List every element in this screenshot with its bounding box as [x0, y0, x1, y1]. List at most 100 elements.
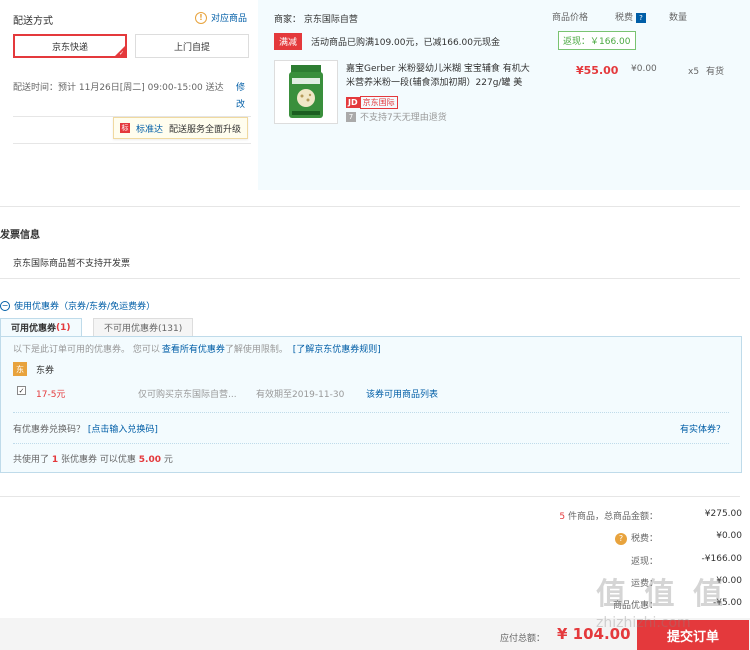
- coupon-validity: 有效期至2019-11-30: [256, 390, 345, 400]
- goods-value: ¥275.00: [704, 509, 742, 519]
- coupon-products-link[interactable]: 该券可用商品列表: [366, 387, 438, 400]
- freight-value: ¥0.00: [716, 576, 742, 586]
- header-price: 商品价格: [552, 13, 589, 23]
- match-products-label: 对应商品: [211, 14, 248, 24]
- rebate-label: 返现：: [630, 557, 658, 567]
- rebate-badge: 返现：￥166.00: [558, 31, 636, 50]
- dong-coupon-icon: 东: [13, 362, 27, 376]
- coupon-amount: 17-5元: [36, 390, 66, 400]
- check-icon: ✓: [118, 50, 124, 57]
- product-thumbnail[interactable]: [274, 60, 338, 124]
- coupon-note: 以下是此订单可用的优惠券。 您可以 查看所有优惠券了解使用限制。 [了解京东优惠券…: [13, 342, 381, 355]
- badge-tag: 标准达: [136, 124, 164, 135]
- collapse-icon: −: [0, 300, 10, 311]
- summary-mid: 张优惠券 可以优惠: [61, 455, 136, 465]
- tab-available-coupons[interactable]: 可用优惠券 (1): [0, 318, 82, 336]
- ship-option-label: 上门自提: [173, 42, 210, 53]
- modify-time-link[interactable]: 修改: [236, 80, 251, 114]
- summary-freight: 运费： ¥0.00: [382, 576, 742, 589]
- help-icon[interactable]: ?: [636, 12, 647, 23]
- ship-option-pickup[interactable]: 上门自提: [135, 34, 249, 58]
- header-qty: 数量: [669, 13, 688, 23]
- help-icon[interactable]: ?: [614, 533, 627, 545]
- no-return-text: 不支持7天无理由退货: [360, 113, 447, 123]
- divider: [13, 412, 729, 413]
- no-return-icon: 7: [346, 111, 356, 122]
- delivery-time: 配送时间：预计 11月26日[周二] 09:00-15:00 送达 修改: [13, 80, 251, 110]
- submit-order-button[interactable]: 提交订单: [637, 620, 749, 650]
- product-jar-image: [289, 65, 323, 118]
- coupon-summary: 共使用了 1 张优惠券 可以优惠 5.00 元: [13, 452, 173, 465]
- goods-label: 5 件商品，总商品金额：: [418, 509, 658, 522]
- section-divider: [0, 278, 740, 279]
- total-label: 应付总额：: [500, 634, 546, 644]
- badge-text: 配送服务全面升级: [169, 124, 242, 135]
- physical-coupon-link[interactable]: 有实体券？: [680, 422, 725, 435]
- tax-label-text: 税费：: [630, 534, 658, 544]
- coupon-count: 1: [51, 455, 59, 465]
- jd-badge-label: 京东国际: [359, 96, 398, 109]
- jd-international-badge: JD 京东国际: [346, 96, 398, 109]
- invoice-title: 发票信息: [0, 230, 40, 241]
- discount-value: -¥5.00: [712, 598, 742, 608]
- stock-status: 有货: [705, 67, 724, 77]
- tab-unavailable-coupons[interactable]: 不可用优惠券(131): [93, 318, 194, 336]
- ship-option-label: 京东快递: [51, 42, 88, 53]
- product-qty: x5 有货: [688, 64, 724, 77]
- divider: [13, 143, 251, 144]
- coupon-discount-amount: 5.00: [138, 455, 161, 465]
- promo-tag: 满减: [274, 33, 303, 50]
- delivery-upgrade-badge: 标 标准达 配送服务全面升级: [113, 117, 249, 139]
- header-tax-label: 税费: [615, 13, 634, 23]
- total-value: ¥ 104.00: [557, 625, 631, 643]
- product-name[interactable]: 嘉宝Gerber 米粉婴幼儿米糊 宝宝辅食 有机大米营养米粉一段(辅食添加初期）…: [346, 62, 536, 90]
- jd-logo-icon: JD: [346, 97, 360, 108]
- coupon-checkbox[interactable]: ✓: [17, 386, 26, 395]
- coupon-toggle[interactable]: − 使用优惠券（京券/东券/免运费券）: [0, 299, 155, 312]
- qty-value: x5: [688, 67, 700, 77]
- discount-label: 商品优惠：: [612, 601, 658, 611]
- summary-tax: ? 税费： ¥0.00: [382, 531, 742, 545]
- coupon-header-label: 使用优惠券（京券/东券/免运费券）: [14, 302, 156, 312]
- summary-discount: 商品优惠： -¥5.00: [382, 598, 742, 611]
- coupon-note-text: 以下是此订单可用的优惠券。 您可以: [13, 345, 160, 355]
- divider: [13, 443, 729, 444]
- summary-goods: 5 件商品，总商品金额： ¥275.00: [382, 509, 742, 522]
- match-products-link[interactable]: ! 对应商品: [195, 11, 247, 24]
- summary-pre: 共使用了: [13, 455, 50, 465]
- coupon-description: 仅可购买京东国际自营...: [138, 390, 237, 400]
- seller-name: 商家： 京东国际自营: [274, 15, 358, 25]
- delivery-panel: 配送方式 ! 对应商品 京东快递 ✓ 上门自提 配送时间：预计 11月26日[周…: [0, 0, 258, 190]
- coupon-note-mid: 了解使用限制。: [224, 345, 288, 355]
- product-tax: ¥0.00: [631, 64, 657, 74]
- summary-rebate: 返现： -¥166.00: [382, 554, 742, 567]
- freight-label: 运费：: [630, 579, 658, 589]
- redeem-text: 有优惠券兑换码？: [13, 425, 86, 435]
- header-tax: 税费?: [615, 10, 647, 23]
- promo-text: 活动商品已购满109.00元，已减166.00元现金: [311, 38, 500, 48]
- no-return-notice: 7 不支持7天无理由退货: [346, 110, 447, 123]
- tab-count: (1): [56, 322, 71, 333]
- delivery-title: 配送方式: [13, 16, 53, 27]
- coupon-type-label: 东券: [36, 366, 55, 376]
- section-divider: [0, 206, 740, 207]
- product-panel: 商家： 京东国际自营 商品价格 税费? 数量 满减 活动商品已购满109.00元…: [258, 0, 750, 190]
- goods-count: 5: [559, 512, 566, 522]
- goods-label-text: 件商品，总商品金额：: [567, 512, 658, 522]
- redeem-code-row: 有优惠券兑换码？ [点击输入兑换码]: [13, 422, 158, 435]
- delivery-time-text: 配送时间：预计 11月26日[周二] 09:00-15:00 送达: [13, 83, 224, 93]
- rebate-value: -¥166.00: [701, 554, 742, 564]
- product-price: ¥55.00: [576, 64, 619, 77]
- view-all-coupons-link[interactable]: 查看所有优惠券: [162, 345, 225, 355]
- redeem-code-link[interactable]: [点击输入兑换码]: [88, 425, 158, 435]
- invoice-text: 京东国际商品暂不支持开发票: [13, 259, 131, 269]
- tax-label: ? 税费：: [418, 531, 658, 545]
- section-divider: [0, 496, 740, 497]
- alert-icon: !: [195, 11, 207, 24]
- standard-delivery-icon: 标: [120, 123, 130, 133]
- tab-label: 可用优惠券: [11, 324, 57, 334]
- tax-value: ¥0.00: [716, 531, 742, 541]
- summary-post: 元: [163, 455, 173, 465]
- coupon-rules-link[interactable]: [了解京东优惠券规则]: [293, 345, 381, 355]
- ship-option-jd-express[interactable]: 京东快递 ✓: [13, 34, 127, 58]
